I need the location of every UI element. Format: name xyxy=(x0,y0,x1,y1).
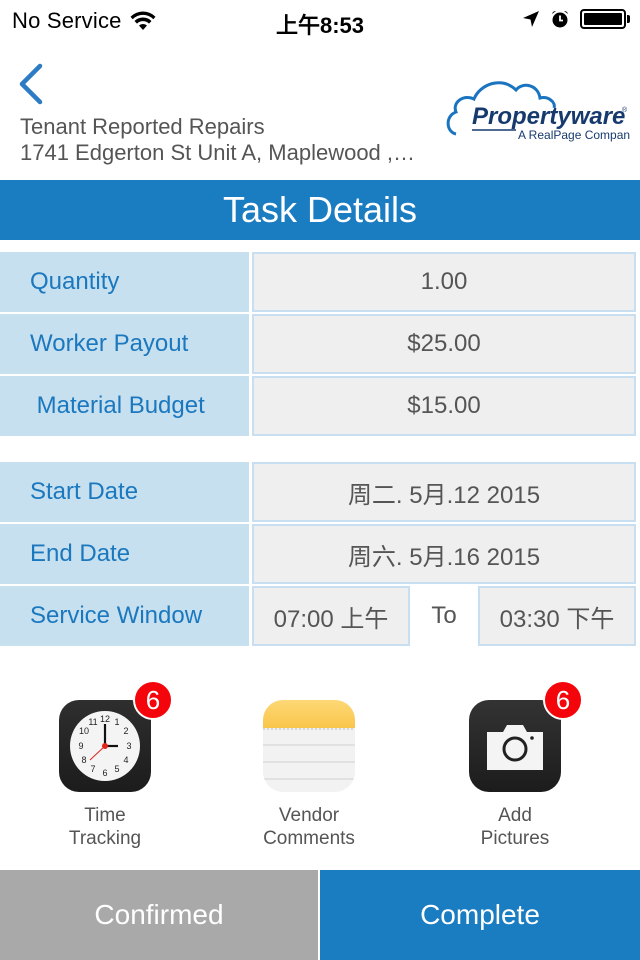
logo-tagline: A RealPage Company xyxy=(518,128,630,142)
camera-icon: 6 xyxy=(469,680,583,792)
detail-row-service-window: Service Window 07:00 上午 To 03:30 下午 xyxy=(0,586,640,646)
complete-button[interactable]: Complete xyxy=(320,870,640,960)
add-pictures-button[interactable]: 6 Add Pictures xyxy=(440,680,590,850)
worker-payout-value[interactable]: $25.00 xyxy=(252,314,636,374)
quantity-label: Quantity xyxy=(0,252,249,312)
quantity-value[interactable]: 1.00 xyxy=(252,252,636,312)
logo-registered: ® xyxy=(622,106,628,114)
time-tracking-label: Time Tracking xyxy=(68,805,142,849)
propertyware-logo: Propertyware ® A RealPage Company xyxy=(444,72,636,147)
status-left: No Service xyxy=(12,8,156,34)
svg-text:5: 5 xyxy=(114,764,119,774)
add-pictures-label: Add Pictures xyxy=(480,805,550,849)
service-window-label: Service Window xyxy=(0,586,249,646)
carrier-label: No Service xyxy=(12,8,122,33)
worker-payout-label: Worker Payout xyxy=(0,314,249,374)
time-tracking-button[interactable]: 12 1 2 345 678 9 10 11 6 Time Tracking xyxy=(30,680,180,850)
svg-text:2: 2 xyxy=(123,726,128,736)
service-window-end[interactable]: 03:30 下午 xyxy=(478,586,636,646)
clock-icon: 12 1 2 345 678 9 10 11 6 xyxy=(59,680,173,792)
service-window-start[interactable]: 07:00 上午 xyxy=(252,586,410,646)
status-right xyxy=(522,8,630,30)
material-budget-value[interactable]: $15.00 xyxy=(252,376,636,436)
alarm-clock-icon xyxy=(552,10,568,28)
material-budget-label: Material Budget xyxy=(0,376,249,436)
page-title: Task Details xyxy=(0,180,640,240)
svg-text:1: 1 xyxy=(114,717,119,727)
work-order-title: Tenant Reported Repairs xyxy=(20,114,265,139)
svg-text:12: 12 xyxy=(100,714,110,724)
property-address: 1741 Edgerton St Unit A, Maplewood ,… xyxy=(20,140,416,165)
logo-brand: Propertyware xyxy=(472,103,625,130)
svg-text:9: 9 xyxy=(78,741,83,751)
vendor-comments-label: Vendor Comments xyxy=(263,805,355,849)
detail-row-start-date: Start Date 周二. 5月.12 2015 xyxy=(0,462,640,522)
add-pictures-badge: 6 xyxy=(543,680,583,720)
svg-text:6: 6 xyxy=(102,768,107,778)
cloud-logo-icon: Propertyware ® A RealPage Company xyxy=(446,81,636,142)
svg-text:4: 4 xyxy=(123,755,128,765)
start-date-value[interactable]: 周二. 5月.12 2015 xyxy=(252,462,636,522)
start-date-label: Start Date xyxy=(0,462,249,522)
back-button[interactable] xyxy=(14,62,50,106)
vendor-comments-button[interactable]: Vendor Comments xyxy=(234,700,384,850)
detail-row-worker-payout: Worker Payout $25.00 xyxy=(0,314,640,374)
header-info: Tenant Reported Repairs 1741 Edgerton St… xyxy=(20,114,415,166)
battery-fill xyxy=(584,13,622,25)
confirmed-button[interactable]: Confirmed xyxy=(0,870,318,960)
status-bar: No Service 上午8:53 xyxy=(0,0,640,40)
service-window-separator: To xyxy=(431,602,457,629)
notes-icon xyxy=(263,700,355,792)
detail-row-quantity: Quantity 1.00 xyxy=(0,252,640,312)
svg-text:8: 8 xyxy=(81,755,86,765)
svg-text:10: 10 xyxy=(79,726,89,736)
detail-row-material-budget: Material Budget $15.00 xyxy=(0,376,640,436)
location-arrow-icon xyxy=(523,11,539,27)
chevron-left-icon xyxy=(19,63,43,105)
wifi-icon xyxy=(130,11,156,30)
battery-icon xyxy=(580,8,630,30)
svg-text:7: 7 xyxy=(90,764,95,774)
svg-text:11: 11 xyxy=(88,717,97,727)
detail-row-end-date: End Date 周六. 5月.16 2015 xyxy=(0,524,640,584)
end-date-value[interactable]: 周六. 5月.16 2015 xyxy=(252,524,636,584)
end-date-label: End Date xyxy=(0,524,249,584)
time-tracking-badge: 6 xyxy=(133,680,173,720)
svg-text:3: 3 xyxy=(126,741,131,751)
